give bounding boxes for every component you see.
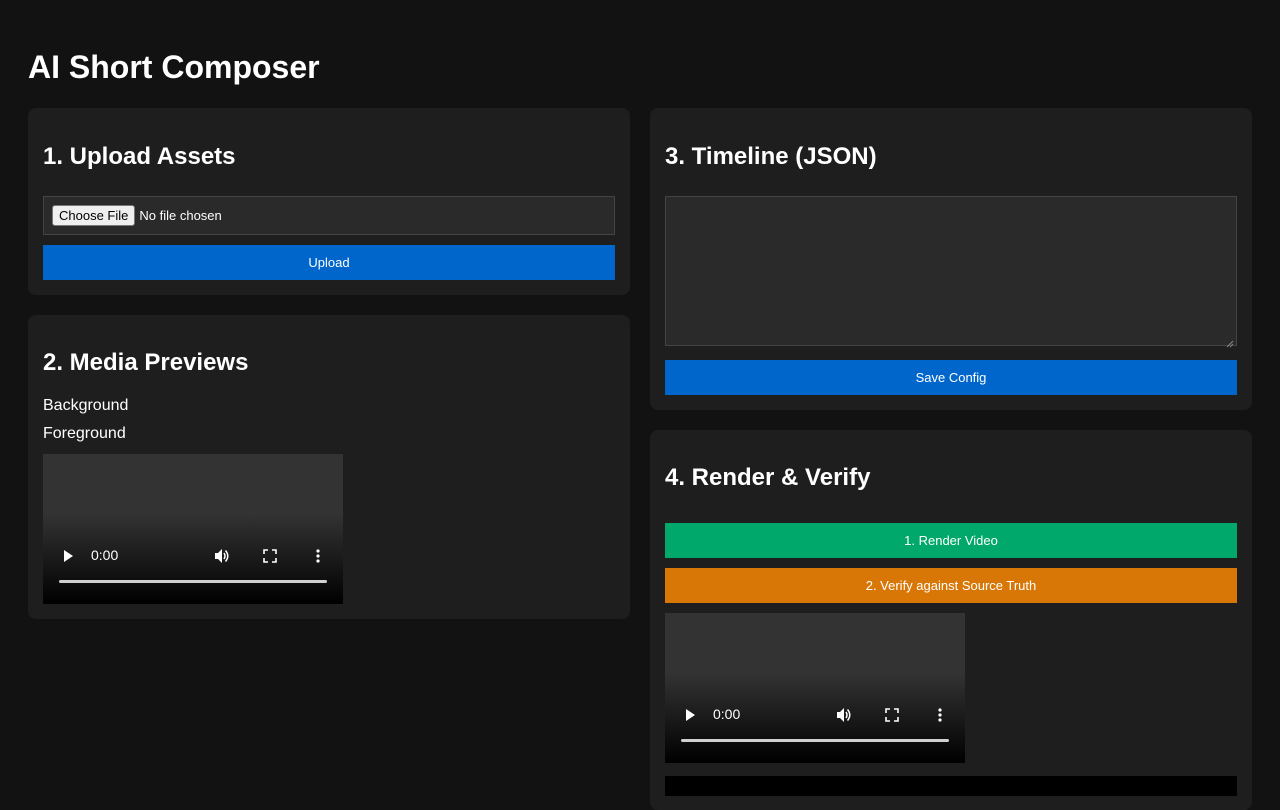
timeline-json-textarea[interactable]	[665, 196, 1237, 348]
upload-heading: 1. Upload Assets	[43, 143, 236, 170]
render-verify-card: 4. Render & Verify 1. Render Video 2. Ve…	[650, 430, 1252, 810]
file-input[interactable]: Choose File No file chosen	[43, 196, 615, 235]
verify-output-panel	[665, 776, 1237, 796]
timeline-card: 3. Timeline (JSON) Save Config	[650, 108, 1252, 410]
more-vert-icon[interactable]	[315, 548, 321, 564]
choose-file-button[interactable]: Choose File	[52, 205, 136, 226]
volume-icon[interactable]	[213, 547, 231, 565]
timeline-heading: 3. Timeline (JSON)	[665, 143, 877, 170]
video-progress-bar[interactable]	[59, 580, 327, 583]
upload-card: 1. Upload Assets Choose File No file cho…	[28, 108, 630, 295]
render-video-button[interactable]: 1. Render Video	[665, 523, 1237, 558]
media-previews-card: 2. Media Previews Background Foreground …	[28, 315, 630, 619]
video-time: 0:00	[713, 706, 741, 722]
verify-button[interactable]: 2. Verify against Source Truth	[665, 568, 1237, 603]
rendered-video-player[interactable]: 0:00	[665, 613, 965, 763]
save-config-button[interactable]: Save Config	[665, 360, 1237, 395]
video-time: 0:00	[91, 547, 119, 563]
video-progress-bar[interactable]	[681, 739, 949, 742]
resize-grip-icon[interactable]	[1226, 335, 1234, 348]
background-label: Background	[43, 397, 129, 414]
play-icon[interactable]	[61, 549, 75, 563]
file-status: No file chosen	[139, 208, 222, 223]
fullscreen-icon[interactable]	[263, 549, 277, 563]
more-vert-icon[interactable]	[937, 707, 943, 723]
foreground-label: Foreground	[43, 425, 126, 442]
foreground-video-player[interactable]: 0:00	[43, 454, 343, 604]
upload-button[interactable]: Upload	[43, 245, 615, 280]
play-icon[interactable]	[683, 708, 697, 722]
fullscreen-icon[interactable]	[885, 708, 899, 722]
volume-icon[interactable]	[835, 706, 853, 724]
media-previews-heading: 2. Media Previews	[43, 349, 249, 376]
page-title: AI Short Composer	[28, 49, 320, 85]
render-verify-heading: 4. Render & Verify	[665, 464, 871, 491]
